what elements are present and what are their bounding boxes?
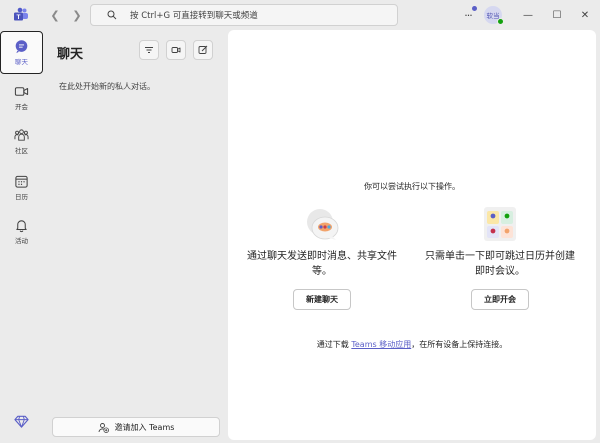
rail-item-calendar[interactable]: 日历: [0, 174, 43, 201]
download-prefix: 通过下载: [316, 340, 352, 349]
meeting-grid-illustration-icon: [484, 207, 516, 241]
filter-icon: [145, 47, 153, 53]
new-chat-button[interactable]: [193, 40, 213, 60]
compose-icon: [198, 45, 208, 54]
bell-icon: [16, 220, 27, 233]
meet-now-action-button[interactable]: 立即开会: [471, 289, 529, 310]
forward-arrow-icon[interactable]: ❯: [71, 9, 83, 22]
back-arrow-icon[interactable]: ❮: [49, 9, 61, 22]
meet-feature-description: 只需单击一下即可跳过日历并创建即时会议。: [425, 251, 575, 277]
presence-status-badge: [497, 18, 504, 25]
rail-label-meet: 开会: [15, 103, 28, 111]
download-suffix: ，在所有设备上保持连接。: [411, 340, 508, 349]
meet-now-button[interactable]: [166, 40, 186, 60]
rail-item-chat[interactable]: 聊天: [0, 31, 43, 74]
add-person-icon: [98, 422, 109, 433]
chat-feature-description: 通过聊天发送即时消息、共享文件等。: [247, 251, 397, 277]
search-placeholder: 按 Ctrl+G 可直接转到聊天或频道: [130, 11, 258, 21]
page-title: 聊天: [57, 47, 84, 62]
minimize-button[interactable]: —: [520, 7, 536, 23]
rail-item-premium[interactable]: [0, 414, 43, 429]
rail-item-meet[interactable]: 开会: [0, 84, 43, 111]
meet-feature-card: 只需单击一下即可跳过日历并创建即时会议。 立即开会: [420, 203, 580, 310]
chat-feature-card: 通过聊天发送即时消息、共享文件等。 新建聊天: [242, 203, 402, 310]
chat-bubbles-illustration-icon: [307, 209, 339, 240]
rail-label-activity: 活动: [15, 237, 28, 245]
video-camera-icon: [14, 87, 29, 96]
maximize-button[interactable]: ☐: [549, 7, 565, 23]
rail-label-community: 社区: [15, 147, 28, 155]
notification-dot: [472, 6, 477, 11]
rail-item-activity[interactable]: 活动: [0, 218, 43, 245]
main-panel: 你可以尝试执行以下操作。 通过聊天发送即时消息、共享文件等。 新建聊天 只需单击…: [228, 30, 596, 440]
new-chat-action-button[interactable]: 新建聊天: [293, 289, 351, 310]
title-bar: T ❮ ❯ 按 Ctrl+G 可直接转到聊天或频道 ··· 软当 — ☐ ✕: [0, 0, 600, 30]
chat-icon: [15, 40, 28, 54]
teams-mobile-app-link[interactable]: Teams 移动应用: [351, 340, 411, 349]
rail-item-community[interactable]: 社区: [0, 128, 43, 155]
rail-label-chat: 聊天: [15, 58, 28, 66]
invite-to-teams-button[interactable]: 邀请加入 Teams: [52, 417, 220, 437]
community-icon: [14, 129, 29, 141]
teams-logo-icon[interactable]: T: [13, 7, 29, 23]
calendar-icon: [15, 175, 28, 188]
search-input[interactable]: 按 Ctrl+G 可直接转到聊天或频道: [90, 4, 398, 26]
mobile-download-line: 通过下载 Teams 移动应用，在所有设备上保持连接。: [228, 339, 596, 350]
rail-label-calendar: 日历: [15, 193, 28, 201]
search-icon: [107, 10, 117, 20]
filter-button[interactable]: [139, 40, 159, 60]
video-camera-icon: [171, 47, 181, 53]
close-button[interactable]: ✕: [577, 7, 593, 23]
empty-chat-hint: 在此处开始新的私人对话。: [59, 82, 155, 91]
svg-text:T: T: [17, 14, 21, 21]
diamond-icon: [14, 415, 29, 428]
invite-button-label: 邀请加入 Teams: [114, 422, 175, 432]
suggestion-prompt: 你可以尝试执行以下操作。: [364, 182, 460, 191]
